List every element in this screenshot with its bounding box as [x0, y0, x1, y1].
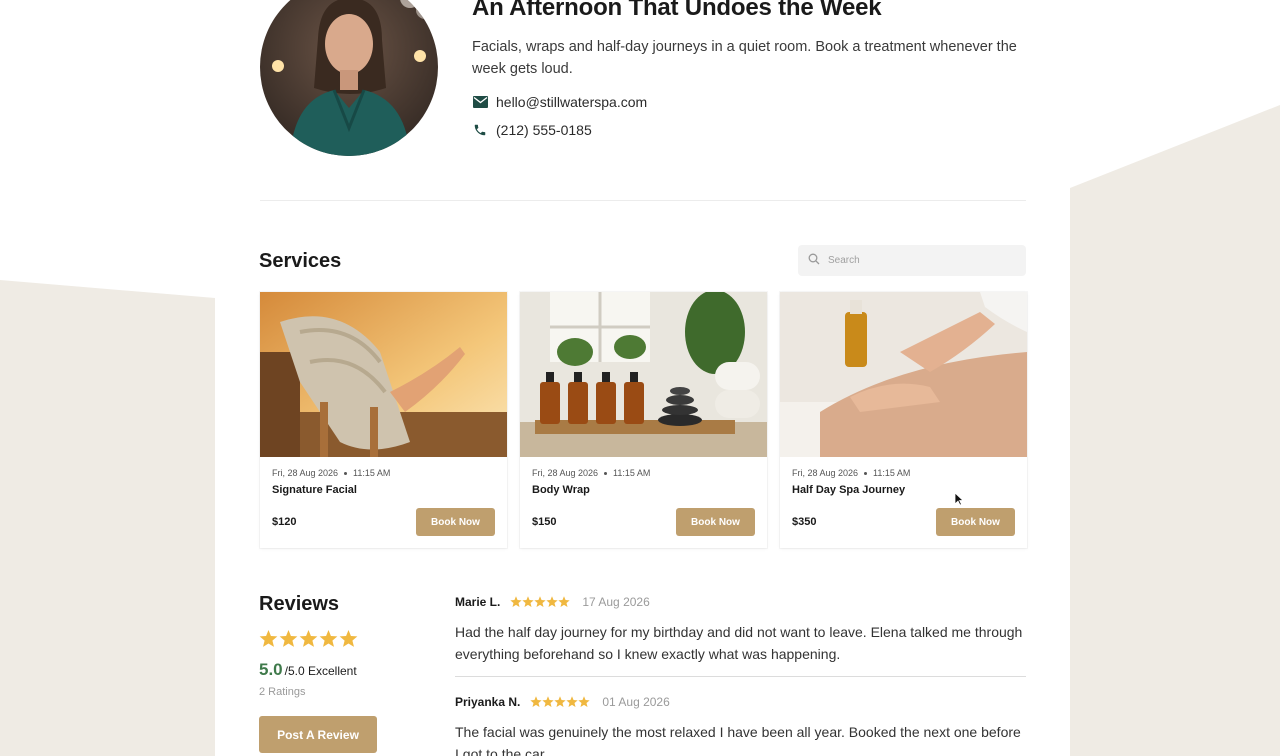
service-time: 11:15 AM: [873, 468, 911, 478]
separator-dot: [864, 471, 868, 475]
book-now-button[interactable]: Book Now: [676, 508, 755, 536]
service-price: $350: [792, 516, 817, 528]
main-panel: An Afternoon That Undoes the Week Facial…: [215, 0, 1070, 756]
service-name: Signature Facial: [272, 484, 357, 496]
service-card[interactable]: Fri, 28 Aug 2026 11:15 AM Half Day Spa J…: [780, 292, 1027, 548]
post-review-button[interactable]: Post A Review: [259, 716, 377, 753]
hero-description: Facials, wraps and half-day journeys in …: [472, 39, 1017, 77]
hero-title: An Afternoon That Undoes the Week: [472, 0, 882, 21]
star-icon: [578, 696, 591, 707]
search-input[interactable]: [828, 255, 1008, 266]
score-value: 5.0: [259, 660, 283, 679]
phone-contact[interactable]: (212) 555-0185: [472, 122, 592, 138]
star-icon: [510, 596, 523, 607]
service-date: Fri, 28 Aug 2026: [792, 468, 859, 478]
star-icon: [339, 630, 358, 647]
review-text: The facial was genuinely the most relaxe…: [455, 724, 1021, 756]
star-icon: [299, 630, 318, 647]
host-avatar: [260, 0, 438, 156]
review-author: Marie L.: [455, 595, 501, 609]
star-icon: [554, 696, 567, 707]
mail-icon: [472, 94, 488, 110]
phone-text[interactable]: (212) 555-0185: [496, 122, 592, 138]
review-stars: [510, 596, 571, 608]
star-icon: [319, 630, 338, 647]
service-time: 11:15 AM: [613, 468, 651, 478]
star-icon: [534, 596, 547, 607]
phone-icon: [472, 122, 488, 138]
book-now-button[interactable]: Book Now: [416, 508, 495, 536]
service-card[interactable]: Fri, 28 Aug 2026 11:15 AM Signature Faci…: [260, 292, 507, 548]
reviews-heading: Reviews: [259, 593, 340, 615]
review-text: Had the half day journey for my birthday…: [455, 624, 1023, 662]
score-suffix: /5.0 Excellent: [284, 664, 357, 678]
section-divider: [260, 200, 1026, 201]
service-name: Body Wrap: [532, 484, 590, 496]
rating-score: 5.0 /5.0 Excellent: [259, 660, 357, 680]
review-item: Priyanka N. 01 Aug 2026 The facial was g…: [455, 695, 1027, 756]
star-icon: [522, 596, 535, 607]
service-image-body-wrap: [520, 292, 767, 457]
review-date: 17 Aug 2026: [582, 595, 650, 609]
email-text[interactable]: hello@stillwaterspa.com: [496, 94, 647, 110]
service-card[interactable]: Fri, 28 Aug 2026 11:15 AM Body Wrap $150…: [520, 292, 767, 548]
review-author: Priyanka N.: [455, 695, 521, 709]
service-name: Half Day Spa Journey: [792, 484, 906, 496]
service-date: Fri, 28 Aug 2026: [532, 468, 599, 478]
service-image-spa-journey: [780, 292, 1027, 457]
review-divider: [455, 676, 1026, 677]
separator-dot: [344, 471, 348, 475]
service-price: $120: [272, 516, 297, 528]
review-stars: [530, 696, 591, 708]
review-date: 01 Aug 2026: [602, 695, 670, 709]
star-icon: [558, 596, 571, 607]
service-date: Fri, 28 Aug 2026: [272, 468, 339, 478]
ratings-count: 2 Ratings: [259, 686, 306, 698]
overall-rating-stars: [259, 630, 358, 648]
service-datetime: Fri, 28 Aug 2026 11:15 AM: [272, 468, 390, 478]
star-icon: [566, 696, 579, 707]
star-icon: [259, 630, 278, 647]
review-item: Marie L. 17 Aug 2026 Had the half day jo…: [455, 595, 1027, 665]
book-now-button[interactable]: Book Now: [936, 508, 1015, 536]
star-icon: [542, 696, 555, 707]
services-heading: Services: [259, 250, 342, 272]
separator-dot: [604, 471, 608, 475]
star-icon: [279, 630, 298, 647]
search-icon: [808, 252, 820, 270]
search-box[interactable]: [798, 245, 1026, 276]
service-datetime: Fri, 28 Aug 2026 11:15 AM: [792, 468, 910, 478]
star-icon: [546, 596, 559, 607]
service-image-facial: [260, 292, 507, 457]
service-datetime: Fri, 28 Aug 2026 11:15 AM: [532, 468, 650, 478]
star-icon: [530, 696, 543, 707]
mouse-cursor-icon: [954, 492, 964, 506]
service-price: $150: [532, 516, 557, 528]
email-contact[interactable]: hello@stillwaterspa.com: [472, 94, 647, 110]
service-time: 11:15 AM: [353, 468, 391, 478]
